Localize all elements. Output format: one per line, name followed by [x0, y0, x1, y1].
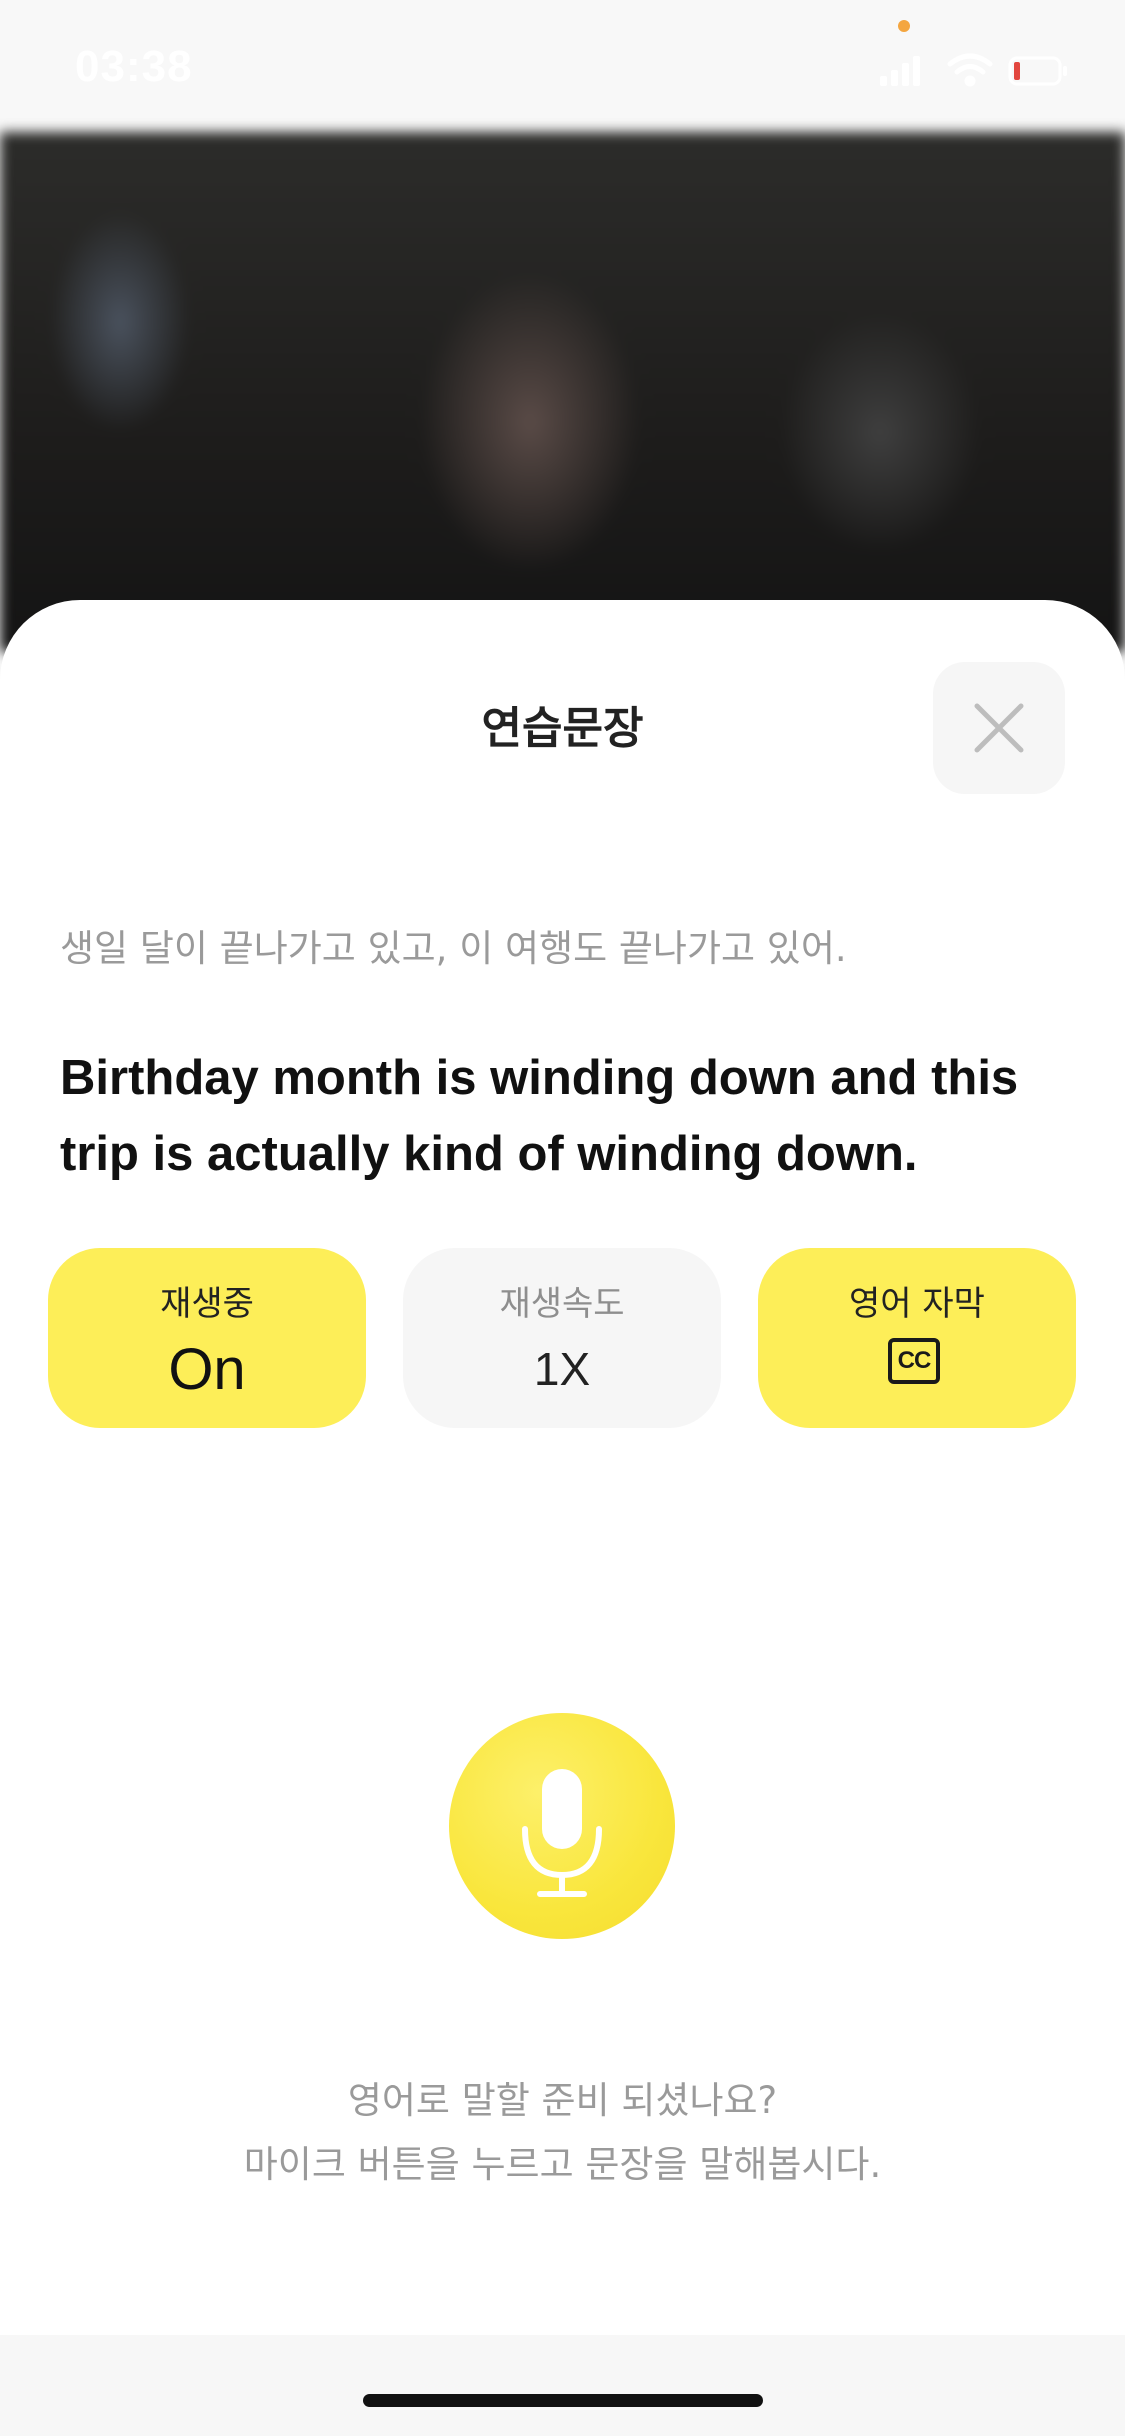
wifi-icon [947, 53, 993, 87]
korean-sentence: 생일 달이 끝나가고 있고, 이 여행도 끝나가고 있어. [60, 927, 847, 970]
playback-value: On [168, 1337, 246, 1402]
speak-prompt-line2: 마이크 버튼을 누르고 문장을 말해봅시다. [243, 2143, 882, 2186]
playback-speed-button[interactable]: 재생속도 1X [403, 1248, 721, 1428]
close-button[interactable] [933, 662, 1065, 794]
speed-value: 1X [533, 1343, 591, 1395]
status-time: 03:38 [75, 42, 193, 91]
playback-label: 재생중 [160, 1284, 254, 1324]
close-icon [974, 703, 1024, 753]
video-background [0, 132, 1125, 652]
subtitles-label: 영어 자막 [849, 1284, 985, 1324]
status-icons [880, 53, 1067, 87]
english-subtitles-button[interactable]: 영어 자막 CC [758, 1248, 1076, 1428]
battery-icon [1008, 56, 1067, 86]
speed-label: 재생속도 [499, 1284, 625, 1324]
practice-sheet: 연습문장 생일 달이 끝나가고 있고, 이 여행도 끝나가고 있어. Birth… [0, 600, 1125, 2335]
status-bar: 03:38 [0, 0, 1125, 132]
microphone-icon [522, 1769, 602, 1897]
privacy-indicator-dot [898, 20, 910, 32]
home-indicator[interactable] [363, 2394, 763, 2407]
speak-prompt-line1: 영어로 말할 준비 되셨나요? [347, 2079, 778, 2122]
microphone-button[interactable] [449, 1713, 675, 1939]
playback-toggle-button[interactable]: 재생중 On [48, 1248, 366, 1428]
closed-caption-icon: CC [888, 1338, 940, 1384]
signal-icon [880, 56, 920, 86]
english-sentence: Birthday month is winding down and this … [60, 1051, 1019, 1181]
